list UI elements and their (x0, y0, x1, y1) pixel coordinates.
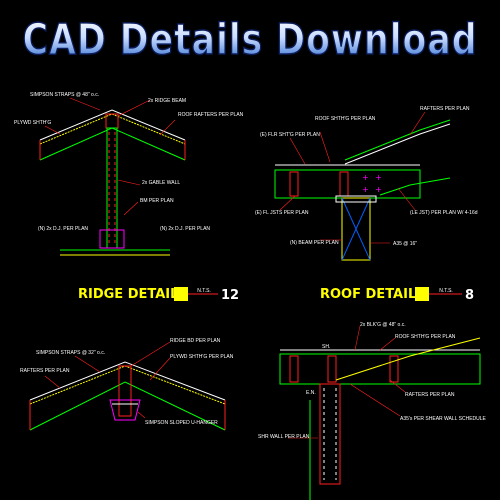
label-blocking: 2x BLK'G @ 48" o.c. (360, 322, 406, 328)
label-dj-right: (N) 2x D.J. PER PLAN (160, 226, 210, 232)
ridge-hanger-drawing: SIMPSON STRAPS @ 32" o.c. RAFTERS PER PL… (20, 338, 234, 431)
label-floor-joists: (E) FL JSTS PER PLAN (255, 210, 309, 216)
ridge-detail-scale: N.T.S. (197, 288, 211, 294)
label-simpson-straps: SIMPSON STRAPS @ 32" o.c. (36, 350, 105, 356)
svg-text:+: + (362, 173, 369, 182)
shear-wall-drawing: 2x BLK'G @ 48" o.c. ROOF SHTH'G PER PLAN… (258, 322, 487, 500)
roof-detail-scale: N.T.S. (439, 288, 453, 294)
label-roof-rafters: ROOF RAFTERS PER PLAN (178, 112, 244, 118)
cad-sheet: CAD Details Download SIMPSON STRAPS @ 48… (0, 0, 500, 500)
label-le-joists: (LE JST) PER PLAN W/ 4-16d (410, 210, 478, 216)
svg-text:+: + (375, 173, 382, 182)
label-a35: A35's PER SHEAR WALL SCHEDULE (400, 416, 487, 422)
roof-detail-drawing: + + + + ROOF SHTH'G PER PLAN RAFTERS PER… (255, 106, 478, 303)
label-en: E.N. (306, 390, 316, 396)
roof-detail-title: ROOF DETAIL (320, 287, 416, 302)
label-gable-wall: 2x GABLE WALL (142, 180, 180, 186)
label-rafters: RAFTERS PER PLAN (420, 106, 470, 112)
label-roof-sheathing: ROOF SHTH'G PER PLAN (315, 116, 376, 122)
banner-title: CAD Details Download (23, 15, 478, 65)
label-ridge-board: RIDGE BD PER PLAN (170, 338, 221, 344)
label-plywood: PLYWD SHTH'G (14, 120, 51, 126)
label-dj-left: (N) 2x D.J. PER PLAN (38, 226, 88, 232)
label-a35: A35 @ 16" (393, 241, 417, 247)
svg-text:+: + (375, 185, 382, 194)
label-roof-sheathing: ROOF SHTH'G PER PLAN (395, 334, 456, 340)
title-marker (174, 287, 188, 301)
label-shear-wall: SHR WALL PER PLAN (258, 434, 310, 440)
label-floor-sheathing: (E) FLR SHT'G PER PLAN (260, 132, 320, 138)
label-rafters: RAFTERS PER PLAN (20, 368, 70, 374)
label-sh: SH. (322, 344, 330, 350)
roof-detail-number: 8 (465, 288, 474, 303)
label-simpson-straps: SIMPSON STRAPS @ 48" o.c. (30, 92, 99, 98)
ridge-detail-title: RIDGE DETAIL (78, 287, 178, 302)
banner: CAD Details Download (22, 14, 478, 66)
title-marker (415, 287, 429, 301)
label-beam: (N) BEAM PER PLAN (290, 240, 339, 246)
label-rafters: RAFTERS PER PLAN (405, 392, 455, 398)
ridge-detail-drawing: SIMPSON STRAPS @ 48" o.c. 2x RIDGE BEAM … (14, 92, 244, 303)
label-ridge-beam: 2x RIDGE BEAM (148, 98, 186, 104)
label-hanger: SIMPSON SLOPED U-HANGER (145, 420, 218, 426)
label-plywood: PLYWD SHTH'G PER PLAN (170, 354, 234, 360)
label-beam: BM PER PLAN (140, 198, 174, 204)
svg-text:+: + (362, 185, 369, 194)
ridge-detail-number: 12 (221, 288, 239, 303)
